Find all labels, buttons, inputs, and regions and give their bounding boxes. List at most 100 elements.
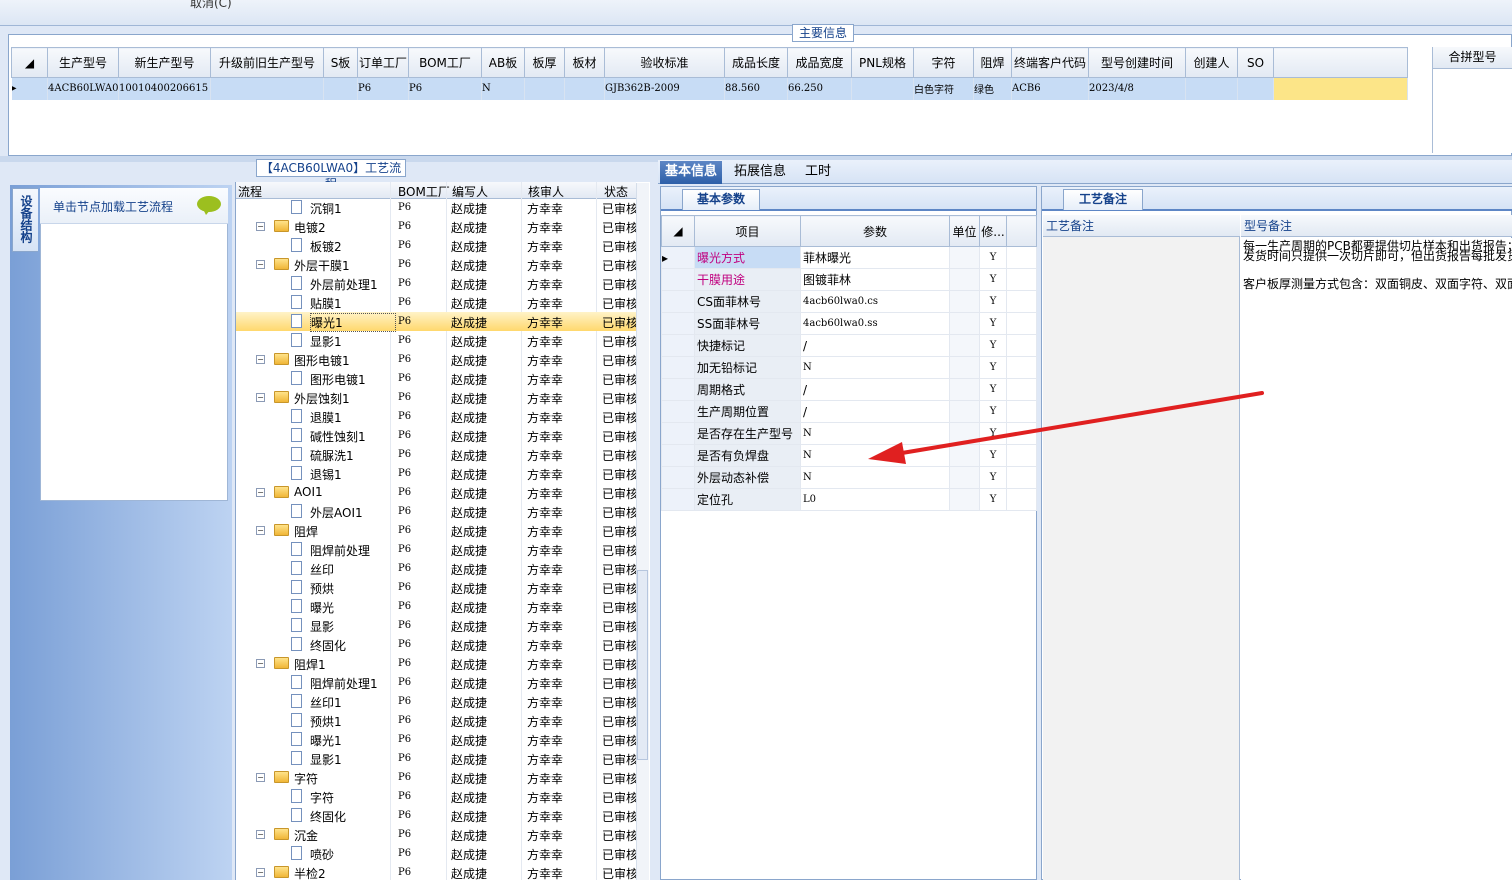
tree-row[interactable]: 图形电镀1 P6 赵成捷 方幸幸 已审核	[236, 369, 636, 388]
main-info-cell[interactable]: 白色字符	[913, 77, 974, 100]
header-param[interactable]: 参数	[800, 215, 950, 247]
param-unit-cell[interactable]	[949, 268, 980, 291]
tree-row[interactable]: − 阻焊1 P6 赵成捷 方幸幸 已审核	[236, 654, 636, 673]
tree-row[interactable]: 退膜1 P6 赵成捷 方幸幸 已审核	[236, 407, 636, 426]
tree-row[interactable]: 沉铜1 P6 赵成捷 方幸幸 已审核	[236, 198, 636, 217]
param-row[interactable]: CS面菲林号 4acb60lwa0.cs Y	[661, 290, 1037, 313]
param-value-cell[interactable]: L0	[800, 488, 950, 511]
main-info-cell[interactable]: GJB362B-2009	[604, 77, 725, 100]
tree-row[interactable]: 终固化 P6 赵成捷 方幸幸 已审核	[236, 806, 636, 825]
tree-row[interactable]: 硫脲洗1 P6 赵成捷 方幸幸 已审核	[236, 445, 636, 464]
param-mod-cell[interactable]: Y	[979, 356, 1007, 379]
tree-scrollbar-thumb[interactable]	[637, 570, 648, 760]
model-notes-text[interactable]: 每一生产周期的PCB都要提供切片样本和出货报告； 发货时间只提供一次切片即可，但…	[1241, 238, 1512, 880]
collapse-icon[interactable]: −	[256, 488, 265, 497]
column-header[interactable]: 订单工厂	[357, 47, 409, 78]
column-header[interactable]: 型号创建时间	[1088, 47, 1186, 78]
tree-row[interactable]: 显影1 P6 赵成捷 方幸幸 已审核	[236, 331, 636, 350]
param-unit-cell[interactable]	[949, 356, 980, 379]
param-value-cell[interactable]: 4acb60lwa0.ss	[800, 312, 950, 335]
collapse-icon[interactable]: −	[256, 393, 265, 402]
param-row[interactable]: 干膜用途 图镀菲林 Y	[661, 268, 1037, 291]
header-mod[interactable]: 修...	[979, 215, 1007, 247]
tree-row[interactable]: − 外层干膜1 P6 赵成捷 方幸幸 已审核	[236, 255, 636, 274]
tab-basic-info[interactable]: 基本信息	[660, 161, 722, 184]
main-info-cell[interactable]	[524, 77, 565, 100]
param-value-cell[interactable]: 图镀菲林	[800, 268, 950, 291]
cancel-button[interactable]: 取消(C)	[190, 0, 232, 11]
param-mod-cell[interactable]: Y	[979, 246, 1007, 269]
column-header[interactable]: S板	[323, 47, 358, 78]
column-header[interactable]: SO	[1237, 47, 1274, 78]
main-info-cell[interactable]	[564, 77, 605, 100]
column-header[interactable]: 新生产型号	[118, 47, 211, 78]
main-info-cell[interactable]: 2023/4/8	[1088, 77, 1186, 100]
param-mod-cell[interactable]: Y	[979, 312, 1007, 335]
tree-row[interactable]: − 半检2 P6 赵成捷 方幸幸 已审核	[236, 863, 636, 880]
tree-row[interactable]: 预烘1 P6 赵成捷 方幸幸 已审核	[236, 711, 636, 730]
collapse-icon[interactable]: −	[256, 830, 265, 839]
tree-row[interactable]: − 电镀2 P6 赵成捷 方幸幸 已审核	[236, 217, 636, 236]
tree-row[interactable]: 预烘 P6 赵成捷 方幸幸 已审核	[236, 578, 636, 597]
main-info-cell[interactable]	[1237, 77, 1274, 100]
main-info-cell[interactable]: 10010400206615	[118, 77, 211, 100]
main-info-cell[interactable]: P6	[357, 77, 409, 100]
collapse-icon[interactable]: −	[256, 868, 265, 877]
tree-row[interactable]: 终固化 P6 赵成捷 方幸幸 已审核	[236, 635, 636, 654]
param-unit-cell[interactable]	[949, 290, 980, 313]
tree-row[interactable]: − 沉金 P6 赵成捷 方幸幸 已审核	[236, 825, 636, 844]
tree-row[interactable]: 阻焊前处理 P6 赵成捷 方幸幸 已审核	[236, 540, 636, 559]
main-info-cell[interactable]: 66.250	[787, 77, 852, 100]
device-tree-area[interactable]	[40, 188, 228, 501]
tree-row[interactable]: 曝光1 P6 赵成捷 方幸幸 已审核	[236, 312, 636, 332]
param-row[interactable]: 快捷标记 / Y	[661, 334, 1037, 357]
param-row[interactable]: ▸ 曝光方式 菲林曝光 Y	[661, 246, 1037, 269]
column-header[interactable]: BOM工厂	[408, 47, 482, 78]
tree-row[interactable]: 曝光1 P6 赵成捷 方幸幸 已审核	[236, 730, 636, 749]
param-row[interactable]: 加无铅标记 N Y	[661, 356, 1037, 379]
tree-row[interactable]: 碱性蚀刻1 P6 赵成捷 方幸幸 已审核	[236, 426, 636, 445]
column-header[interactable]: 板厚	[524, 47, 565, 78]
header-unit[interactable]: 单位	[949, 215, 980, 247]
main-info-cell[interactable]	[1185, 77, 1238, 100]
main-info-cell[interactable]: N	[481, 77, 525, 100]
param-value-cell[interactable]: 4acb60lwa0.cs	[800, 290, 950, 313]
param-unit-cell[interactable]	[949, 488, 980, 511]
collapse-icon[interactable]: −	[256, 222, 265, 231]
tab-device-structure[interactable]: 设备结构	[12, 188, 38, 252]
column-header[interactable]: 升级前旧生产型号	[210, 47, 324, 78]
tree-row[interactable]: − 图形电镀1 P6 赵成捷 方幸幸 已审核	[236, 350, 636, 369]
param-mod-cell[interactable]: Y	[979, 334, 1007, 357]
param-row[interactable]: SS面菲林号 4acb60lwa0.ss Y	[661, 312, 1037, 335]
highlight-cell[interactable]	[1273, 77, 1408, 100]
param-mod-cell[interactable]: Y	[979, 290, 1007, 313]
param-unit-cell[interactable]	[949, 334, 980, 357]
column-header[interactable]: 验收标准	[604, 47, 725, 78]
tab-process-notes[interactable]: 工艺备注	[1063, 189, 1143, 210]
main-info-cell[interactable]: 88.560	[724, 77, 788, 100]
main-info-cell[interactable]	[210, 77, 324, 100]
tab-extended-info[interactable]: 拓展信息	[728, 161, 792, 184]
column-header[interactable]: PNL规格	[851, 47, 914, 78]
collapse-icon[interactable]: −	[256, 526, 265, 535]
tree-row[interactable]: − 外层蚀刻1 P6 赵成捷 方幸幸 已审核	[236, 388, 636, 407]
tree-row[interactable]: 曝光 P6 赵成捷 方幸幸 已审核	[236, 597, 636, 616]
main-info-cell[interactable]: 4ACB60LWA0	[47, 77, 119, 100]
param-value-cell[interactable]: /	[800, 334, 950, 357]
column-header[interactable]: 创建人	[1185, 47, 1238, 78]
main-info-cell[interactable]: P6	[408, 77, 482, 100]
main-info-cell[interactable]	[851, 77, 914, 100]
tree-row[interactable]: 丝印1 P6 赵成捷 方幸幸 已审核	[236, 692, 636, 711]
tab-work-hours[interactable]: 工时	[798, 161, 838, 184]
param-unit-cell[interactable]	[949, 312, 980, 335]
param-value-cell[interactable]: N	[800, 356, 950, 379]
tree-row[interactable]: 外层前处理1 P6 赵成捷 方幸幸 已审核	[236, 274, 636, 293]
collapse-icon[interactable]: −	[256, 260, 265, 269]
param-mod-cell[interactable]: Y	[979, 488, 1007, 511]
column-header[interactable]: 成品宽度	[787, 47, 852, 78]
column-header[interactable]: 字符	[913, 47, 974, 78]
tree-row[interactable]: 显影 P6 赵成捷 方幸幸 已审核	[236, 616, 636, 635]
collapse-icon[interactable]: −	[256, 773, 265, 782]
column-header[interactable]: 成品长度	[724, 47, 788, 78]
tree-row[interactable]: 喷砂 P6 赵成捷 方幸幸 已审核	[236, 844, 636, 863]
